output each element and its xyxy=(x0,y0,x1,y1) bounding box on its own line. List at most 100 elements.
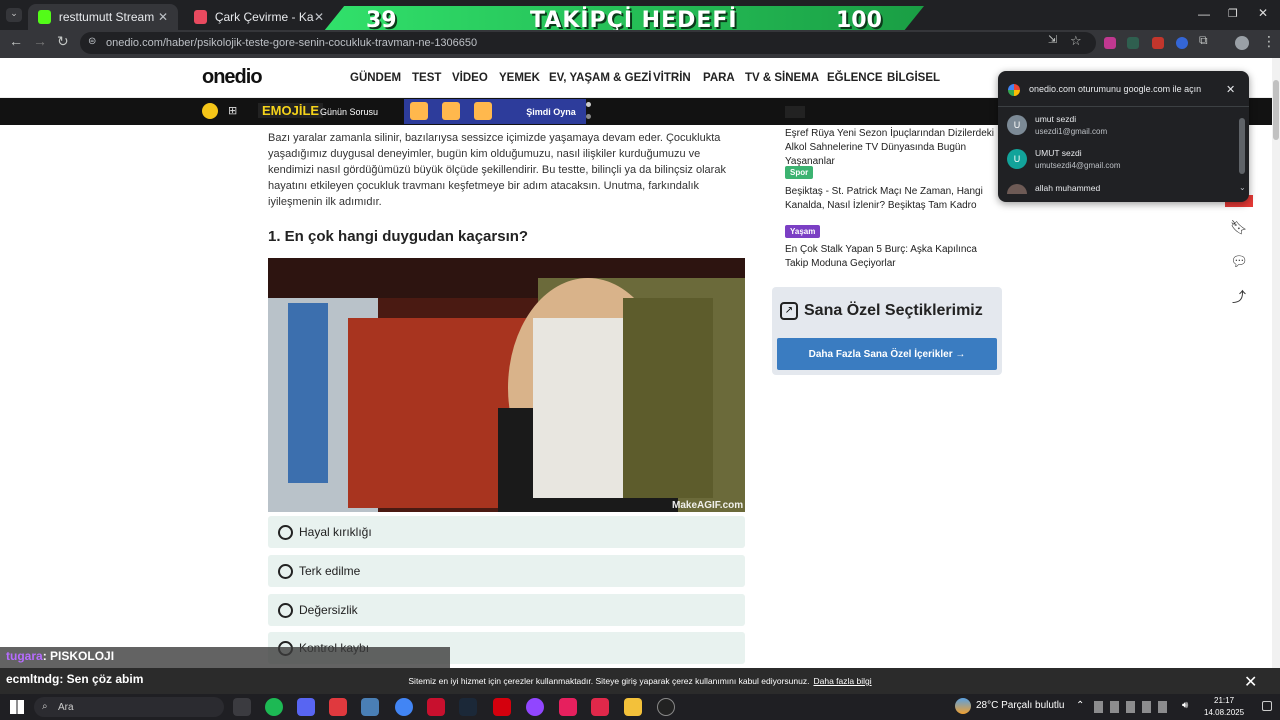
nav-video[interactable]: VİDEO xyxy=(452,72,488,84)
app-icon[interactable] xyxy=(493,698,511,716)
news-title[interactable]: En Çok Stalk Yapan 5 Burç: Aşka Kapılınc… xyxy=(785,243,1000,271)
news-tag-yasam[interactable]: Yaşam xyxy=(785,225,821,238)
app-icon[interactable] xyxy=(329,698,347,716)
menu-kebab-icon[interactable]: ⋮ xyxy=(1262,33,1276,50)
account-avatar[interactable]: U xyxy=(1007,115,1027,135)
extension-icon[interactable] xyxy=(1104,37,1116,49)
answer-option[interactable]: Değersizlik xyxy=(268,594,745,626)
account-name[interactable]: umut sezdi xyxy=(1035,114,1076,124)
address-bar[interactable]: ⊜ onedio.com/haber/psikolojik-teste-gore… xyxy=(80,32,1096,54)
emojile-logo[interactable]: EMOJİLE xyxy=(258,103,324,118)
notification-icon[interactable] xyxy=(1262,701,1272,711)
popup-scrollbar[interactable] xyxy=(1239,118,1245,174)
window-close-icon[interactable]: ✕ xyxy=(1258,6,1268,20)
news-tag[interactable] xyxy=(785,106,805,118)
comments-icon[interactable]: 💬︎ xyxy=(1229,253,1249,273)
daily-question-label[interactable]: Günün Sorusu xyxy=(320,107,378,117)
google-icon xyxy=(1008,84,1020,96)
page-scrollbar[interactable] xyxy=(1272,58,1280,668)
system-tray-icons[interactable] xyxy=(1094,701,1174,713)
nav-gundem[interactable]: GÜNDEM xyxy=(350,72,401,84)
app-icon[interactable] xyxy=(526,698,544,716)
more-picks-button[interactable]: Daha Fazla Sana Özel İçerikler → xyxy=(777,338,997,370)
file-explorer-icon[interactable] xyxy=(624,698,642,716)
back-icon[interactable]: ← xyxy=(9,33,23,49)
volume-icon[interactable]: 🔊︎ xyxy=(1182,700,1188,711)
extensions-puzzle-icon[interactable]: ⧉ xyxy=(1199,33,1208,48)
carousel-dot[interactable] xyxy=(586,114,591,119)
spotify-icon[interactable] xyxy=(265,698,283,716)
nav-vitrin[interactable]: VİTRİN xyxy=(653,72,691,84)
cookie-close-icon[interactable]: ✕ xyxy=(1244,672,1257,692)
emoji-puzzle[interactable] xyxy=(404,99,516,124)
reload-icon[interactable]: ↻ xyxy=(57,33,69,50)
cookie-more-link[interactable]: Daha fazla bilgi xyxy=(813,676,871,686)
game-icon[interactable] xyxy=(202,103,218,119)
tab-close-icon[interactable]: ✕ xyxy=(158,10,168,24)
play-now-button[interactable]: Şimdi Oyna xyxy=(516,99,586,124)
extension-icon[interactable] xyxy=(1127,37,1139,49)
question-gif xyxy=(268,258,745,512)
account-avatar[interactable]: U xyxy=(1007,149,1027,169)
account-name[interactable]: allah muhammed xyxy=(1035,183,1100,193)
nav-eglence[interactable]: EĞLENCE xyxy=(827,72,883,84)
chat-username: tugara xyxy=(6,649,43,663)
tray-chevron-icon[interactable]: ⌃ xyxy=(1076,700,1084,711)
account-name[interactable]: UMUT sezdi xyxy=(1035,148,1082,158)
restore-icon[interactable]: ❐ xyxy=(1228,7,1238,20)
carousel-dot[interactable] xyxy=(586,102,591,107)
nav-tv-sinema[interactable]: TV & SİNEMA xyxy=(745,72,819,84)
tab-search-icon[interactable]: ⌄ xyxy=(6,8,22,22)
answer-option[interactable]: Hayal kırıklığı xyxy=(268,516,745,548)
account-avatar[interactable] xyxy=(1007,184,1027,194)
search-icon: ⌕ xyxy=(42,701,48,712)
install-icon[interactable]: ⇲ xyxy=(1048,33,1057,46)
weather-icon xyxy=(955,698,971,714)
chat-message: tugara: PISKOLOJI xyxy=(0,647,450,668)
chat-message: ecmltndg: Sen çöz abim xyxy=(0,668,400,692)
site-logo[interactable]: onedio xyxy=(202,66,263,89)
controller-icon[interactable]: ⊞ xyxy=(228,104,237,117)
account-email[interactable]: umutsezdi4@gmail.com xyxy=(1035,161,1120,170)
site-info-icon[interactable]: ⊜ xyxy=(88,36,96,47)
chrome-icon[interactable] xyxy=(395,698,413,716)
minimize-icon[interactable]: — xyxy=(1198,7,1210,21)
weather-text[interactable]: 28°C Parçalı bulutlu xyxy=(976,700,1065,711)
strawberry-icon xyxy=(410,102,428,120)
tab-stream[interactable]: resttumutt Stream - Watch Live ✕ xyxy=(28,4,178,30)
steam-icon[interactable] xyxy=(459,698,477,716)
account-email[interactable]: usezdi1@gmail.com xyxy=(1035,127,1107,136)
bookmark-star-icon[interactable]: ☆ xyxy=(1070,33,1082,49)
google-popup-title: onedio.com oturumunu google.com ile açın xyxy=(1029,84,1202,94)
extension-icon[interactable] xyxy=(1152,37,1164,49)
app-icon[interactable] xyxy=(559,698,577,716)
taskbar-clock[interactable]: 21:17 14.08.2025 xyxy=(1204,695,1244,719)
nav-para[interactable]: PARA xyxy=(703,72,735,84)
nav-yemek[interactable]: YEMEK xyxy=(499,72,540,84)
app-icon[interactable] xyxy=(657,698,675,716)
app-icon[interactable] xyxy=(591,698,609,716)
tab-wheel[interactable]: Çark Çevirme - Karar Çarkı ✕ xyxy=(184,4,334,30)
nav-test[interactable]: TEST xyxy=(412,72,441,84)
nav-bilgisel[interactable]: BİLGİSEL xyxy=(887,72,940,84)
forward-icon[interactable]: → xyxy=(33,33,47,49)
bookmark-icon[interactable]: 🔖︎ xyxy=(1229,219,1249,239)
share-icon[interactable]: ⤴ xyxy=(1229,287,1249,307)
news-title[interactable]: Beşiktaş - St. Patrick Maçı Ne Zaman, Ha… xyxy=(785,185,1000,213)
profile-avatar[interactable] xyxy=(1235,36,1249,50)
news-title[interactable]: Eşref Rüya Yeni Sezon İpuçlarından Dizil… xyxy=(785,127,1000,169)
app-icon[interactable] xyxy=(361,698,379,716)
taskbar-search[interactable]: ⌕ Ara xyxy=(34,697,224,717)
close-icon[interactable]: ✕ xyxy=(1226,83,1235,96)
scroll-down-icon[interactable]: ⌄ xyxy=(1239,183,1246,192)
answer-option[interactable]: Terk edilme xyxy=(268,555,745,587)
windows-start-icon[interactable] xyxy=(10,700,24,714)
question-title: 1. En çok hangi duygudan kaçarsın? xyxy=(268,228,529,245)
task-view-icon[interactable] xyxy=(233,698,251,716)
scrollbar-thumb[interactable] xyxy=(1273,80,1279,140)
nav-ev-yasam-gezi[interactable]: EV, YAŞAM & GEZİ xyxy=(549,72,651,84)
discord-icon[interactable] xyxy=(297,698,315,716)
app-icon[interactable] xyxy=(427,698,445,716)
extension-icon[interactable] xyxy=(1176,37,1188,49)
news-tag-spor[interactable]: Spor xyxy=(785,166,814,179)
